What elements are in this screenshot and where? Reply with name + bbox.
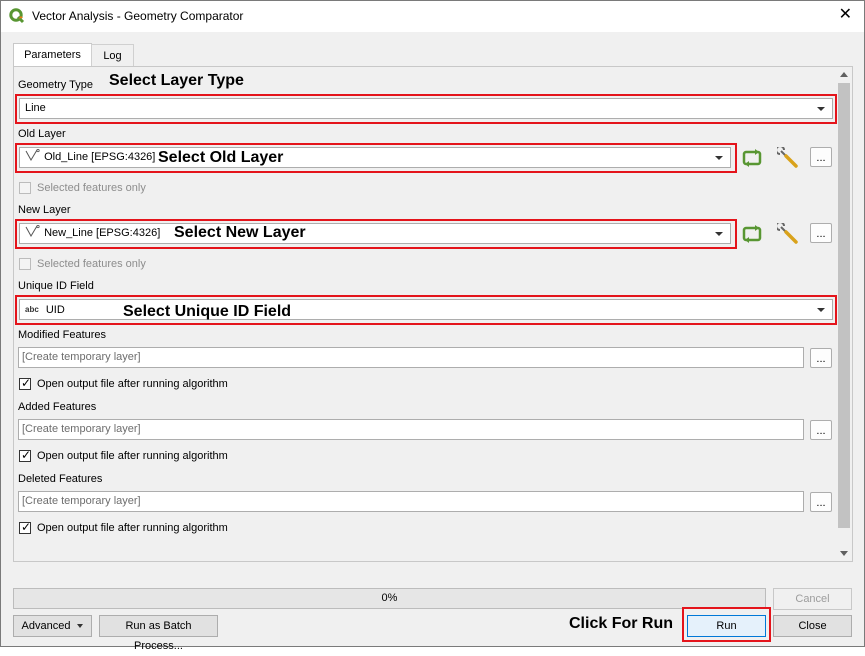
added-open-output-checkbox[interactable]: ✓ xyxy=(19,448,32,462)
checkmark-icon: ✓ xyxy=(21,376,32,390)
tab-parameters[interactable]: Parameters xyxy=(13,43,92,67)
new-layer-selected-only-checkbox[interactable] xyxy=(19,258,31,270)
run-batch-button[interactable]: Run as Batch Process... xyxy=(99,615,218,652)
new-layer-combo[interactable]: New_Line [EPSG:4326] xyxy=(19,223,731,244)
close-button[interactable]: Close xyxy=(773,615,852,637)
new-layer-options-button[interactable]: ... xyxy=(810,223,832,243)
modified-features-label: Modified Features xyxy=(18,329,107,341)
run-button[interactable]: Run xyxy=(687,615,766,637)
deleted-features-browse-button[interactable]: ... xyxy=(810,492,832,512)
old-layer-selected-only-label: Selected features only xyxy=(37,182,146,194)
geometry-type-value: Line xyxy=(25,102,46,114)
deleted-features-label: Deleted Features xyxy=(18,473,103,485)
old-layer-value: Old_Line [EPSG:4326] xyxy=(44,151,156,163)
uid-field-label: Unique ID Field xyxy=(18,280,94,292)
new-layer-selected-only-label: Selected features only xyxy=(37,258,146,270)
line-layer-icon xyxy=(25,225,40,237)
close-icon[interactable]: ✕ xyxy=(839,6,852,24)
old-layer-selected-only-checkbox[interactable] xyxy=(19,182,31,194)
geometry-type-label: Geometry Type xyxy=(18,79,93,91)
old-layer-combo[interactable]: Old_Line [EPSG:4326] xyxy=(19,147,731,168)
scrollbar-thumb[interactable] xyxy=(838,83,850,528)
chevron-down-icon xyxy=(817,107,825,111)
cancel-button[interactable]: Cancel xyxy=(773,588,852,610)
modified-open-output-checkbox[interactable]: ✓ xyxy=(19,376,32,390)
added-features-label: Added Features xyxy=(18,401,97,413)
chevron-down-icon xyxy=(715,156,723,160)
title-bar: Vector Analysis - Geometry Comparator ✕ xyxy=(1,1,864,32)
old-layer-label: Old Layer xyxy=(18,128,66,140)
checkmark-icon: ✓ xyxy=(21,520,32,534)
wrench-icon[interactable] xyxy=(777,223,799,245)
tab-log[interactable]: Log xyxy=(91,44,134,67)
annotation-layer-type: Select Layer Type xyxy=(109,72,244,89)
modified-features-output[interactable]: [Create temporary layer] xyxy=(18,347,804,368)
chevron-down-icon xyxy=(817,308,825,312)
new-layer-value: New_Line [EPSG:4326] xyxy=(44,227,161,239)
old-layer-options-button[interactable]: ... xyxy=(810,147,832,167)
geometry-type-combo[interactable]: Line xyxy=(19,98,833,119)
annotation-run: Click For Run xyxy=(569,615,674,632)
line-layer-icon xyxy=(25,149,40,161)
annotation-new-layer: Select New Layer xyxy=(174,224,306,241)
added-features-browse-button[interactable]: ... xyxy=(810,420,832,440)
scroll-down-arrow-icon[interactable] xyxy=(840,551,848,556)
deleted-open-output-label: Open output file after running algorithm xyxy=(37,522,228,534)
advanced-button[interactable]: Advanced xyxy=(13,615,92,637)
added-open-output-label: Open output file after running algorithm xyxy=(37,450,228,462)
annotation-uid-field: Select Unique ID Field xyxy=(123,303,292,320)
wrench-icon[interactable] xyxy=(777,147,799,169)
qgis-logo-icon xyxy=(9,8,25,24)
iterate-features-icon[interactable] xyxy=(741,147,763,169)
progress-bar: 0% xyxy=(13,588,766,609)
scroll-up-arrow-icon[interactable] xyxy=(840,72,848,77)
text-field-type-icon: abc xyxy=(25,305,39,314)
chevron-down-icon xyxy=(77,624,84,629)
iterate-features-icon[interactable] xyxy=(741,223,763,245)
window-title: Vector Analysis - Geometry Comparator xyxy=(32,9,244,23)
checkmark-icon: ✓ xyxy=(21,448,32,462)
uid-field-value: UID xyxy=(45,304,65,316)
annotation-old-layer: Select Old Layer xyxy=(158,149,284,166)
chevron-down-icon xyxy=(715,232,723,236)
advanced-label: Advanced xyxy=(21,620,71,632)
added-features-output[interactable]: [Create temporary layer] xyxy=(18,419,804,440)
deleted-open-output-checkbox[interactable]: ✓ xyxy=(19,520,32,534)
modified-open-output-label: Open output file after running algorithm xyxy=(37,378,228,390)
new-layer-label: New Layer xyxy=(18,204,71,216)
panel-scrollbar[interactable] xyxy=(837,67,851,560)
modified-features-browse-button[interactable]: ... xyxy=(810,348,832,368)
deleted-features-output[interactable]: [Create temporary layer] xyxy=(18,491,804,512)
dialog-window: Vector Analysis - Geometry Comparator ✕ … xyxy=(0,0,865,652)
